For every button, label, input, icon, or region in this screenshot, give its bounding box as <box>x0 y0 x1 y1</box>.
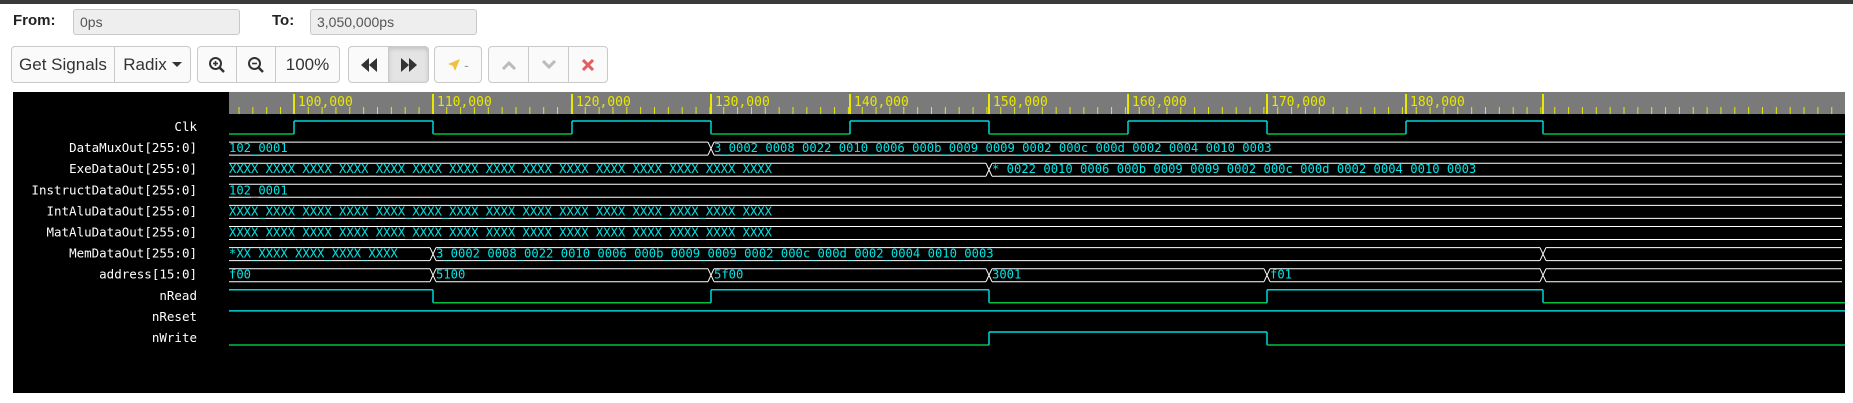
location-arrow-icon <box>448 58 461 71</box>
ruler-tick-label: 150,000 <box>993 95 1048 110</box>
signal-name: nReset <box>152 309 197 324</box>
signal-name: Clk <box>174 119 197 134</box>
radix-dropdown-button[interactable]: Radix <box>114 46 191 83</box>
radix-label: Radix <box>123 54 167 74</box>
to-input[interactable] <box>310 9 477 35</box>
marker-button[interactable]: - <box>434 46 482 83</box>
navigation-group <box>348 46 429 83</box>
ruler-tick-label: 100,000 <box>298 95 353 110</box>
from-label: From: <box>13 12 56 29</box>
bus-value: XXXX_XXXX_XXXX_XXXX_XXXX_XXXX_XXXX_XXXX_… <box>229 226 773 240</box>
edge-nav-group <box>488 46 608 83</box>
zoom-group: 100% <box>197 46 340 83</box>
waveform-panel[interactable]: 100,000 110,000 120,000 130,000 140,000 150,0… <box>13 92 1845 393</box>
close-icon <box>582 58 594 71</box>
signal-name: nWrite <box>152 330 197 345</box>
ruler-tick-label: 170,000 <box>1271 95 1326 110</box>
ruler-tick-label: 110,000 <box>437 95 492 110</box>
signal-name: IntAluDataOut[255:0] <box>46 203 197 218</box>
chevron-down-icon <box>541 59 556 69</box>
signal-name: ExeDataOut[255:0] <box>69 161 197 176</box>
bus-value: 3_0002_0008_0022_0010_0006_000b_0009_000… <box>714 141 1272 155</box>
bus-value: f00 <box>229 268 251 282</box>
ruler-tick-label: 140,000 <box>854 95 909 110</box>
to-label: To: <box>272 12 295 29</box>
signal-name: address[15:0] <box>99 267 197 282</box>
bus-value: 5f00 <box>714 268 743 282</box>
signals-radix-group: Get Signals Radix <box>11 46 191 83</box>
signal-name: MemDataOut[255:0] <box>69 246 197 261</box>
bus-value: 5100 <box>436 268 465 282</box>
step-forward-button[interactable] <box>388 46 429 83</box>
ruler-tick-label: 130,000 <box>715 95 770 110</box>
zoom-in-button[interactable] <box>197 46 237 83</box>
bus-value: *_0022_0010_0006_000b_0009_0009_0002_000… <box>992 162 1476 176</box>
bus-value: 3001 <box>992 268 1021 282</box>
zoom-in-icon <box>209 56 225 73</box>
get-signals-button[interactable]: Get Signals <box>11 46 115 83</box>
bus-transition <box>1542 247 1547 261</box>
ruler-corner <box>13 92 229 114</box>
bus-value: 102_0001 <box>229 141 288 155</box>
caret-down-icon <box>171 62 182 67</box>
bus-transition <box>1542 268 1547 282</box>
bus-value: 3_0002_0008_0022_0010_0006_000b_0009_000… <box>436 247 994 261</box>
previous-edge-button[interactable] <box>488 46 529 83</box>
signal-name: nRead <box>159 288 197 303</box>
bus-value: XXXX_XXXX_XXXX_XXXX_XXXX_XXXX_XXXX_XXXX_… <box>229 204 773 218</box>
step-backward-button[interactable] <box>348 46 389 83</box>
time-ruler <box>13 92 1845 114</box>
bus-value: 102_0001 <box>229 183 288 197</box>
forward-icon <box>400 57 417 72</box>
top-edge-bar <box>0 0 1853 4</box>
zoom-level-button[interactable]: 100% <box>275 46 340 83</box>
signal-name: DataMuxOut[255:0] <box>69 140 197 155</box>
from-input[interactable] <box>73 9 240 35</box>
zoom-out-icon <box>248 56 264 73</box>
bus-value: *XX_XXXX_XXXX_XXXX_XXXX <box>229 247 398 261</box>
bus-value: f01 <box>1270 268 1292 282</box>
ruler-tick-label: 160,000 <box>1132 95 1187 110</box>
signal-name: MatAluDataOut[255:0] <box>46 225 197 240</box>
bus-value: XXXX_XXXX_XXXX_XXXX_XXXX_XXXX_XXXX_XXXX_… <box>229 162 773 176</box>
waveform-canvas[interactable]: 100,000 110,000 120,000 130,000 140,000 150,0… <box>13 92 1845 393</box>
next-edge-button[interactable] <box>528 46 569 83</box>
chevron-up-icon <box>501 60 516 70</box>
remove-button[interactable] <box>568 46 608 83</box>
ruler-tick-label: 180,000 <box>1410 95 1465 110</box>
zoom-out-button[interactable] <box>236 46 276 83</box>
ruler-tick-label: 120,000 <box>576 95 631 110</box>
signal-name: InstructDataOut[255:0] <box>31 182 197 197</box>
marker-value: - <box>464 56 469 73</box>
backward-icon <box>360 57 377 72</box>
